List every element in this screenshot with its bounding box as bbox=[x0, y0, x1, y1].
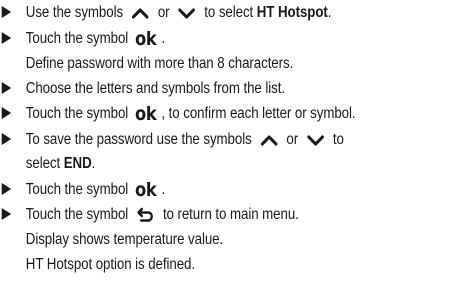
step-text: to select bbox=[204, 4, 254, 21]
step-result-2: HT Hotspot option is defined. bbox=[0, 252, 195, 278]
step-confirm-letter: Touch the symbol ok, to confirm each lett… bbox=[0, 101, 356, 127]
step-text: Touch the symbol bbox=[25, 105, 129, 122]
step-text: . bbox=[161, 30, 166, 47]
return-arrow-icon bbox=[137, 207, 154, 223]
bullet-icon bbox=[1, 107, 12, 119]
ok-symbol: ok bbox=[135, 103, 157, 125]
step-text: or bbox=[157, 4, 170, 21]
result-text: HT Hotspot option is defined. bbox=[25, 256, 195, 273]
step-text: to return to main menu. bbox=[162, 206, 299, 223]
bullet-icon bbox=[1, 133, 12, 145]
step-text: select bbox=[25, 155, 61, 172]
step-touch-ok: Touch the symbol ok. bbox=[0, 26, 165, 52]
chevron-down-icon bbox=[178, 7, 196, 19]
bullet-icon bbox=[1, 6, 12, 18]
bullet-icon bbox=[1, 82, 12, 94]
chevron-up-icon bbox=[260, 134, 278, 146]
step-text: or bbox=[286, 131, 299, 148]
step-text: . bbox=[161, 181, 166, 198]
bullet-icon bbox=[1, 208, 12, 220]
step-text: . bbox=[91, 155, 96, 172]
step-result-1: Display shows temperature value. bbox=[0, 227, 223, 253]
step-text: Choose the letters and symbols from the … bbox=[25, 80, 285, 97]
step-save-password: To save the password use the symbols or … bbox=[0, 127, 344, 153]
bullet-icon bbox=[1, 183, 12, 195]
option-name: HT Hotspot bbox=[256, 4, 328, 21]
chevron-down-icon bbox=[307, 134, 324, 146]
option-name: END bbox=[63, 155, 92, 172]
bullet-icon bbox=[1, 32, 12, 44]
step-text: , to confirm each letter or symbol. bbox=[161, 105, 356, 122]
step-select-hotspot: Use the symbols or to select HT Hotspot. bbox=[0, 0, 331, 26]
step-save-password-cont: select END. bbox=[0, 151, 96, 177]
step-note: Define password with more than 8 charact… bbox=[0, 51, 293, 77]
step-text: Touch the symbol bbox=[25, 206, 129, 223]
step-text: Use the symbols bbox=[25, 4, 124, 21]
ok-symbol: ok bbox=[135, 179, 157, 201]
step-text: to bbox=[332, 131, 344, 148]
step-text: Touch the symbol bbox=[25, 30, 129, 47]
step-text: . bbox=[327, 4, 332, 21]
step-return-main: Touch the symbol to return to main menu. bbox=[0, 202, 299, 228]
step-touch-ok-2: Touch the symbol ok. bbox=[0, 177, 165, 203]
chevron-up-icon bbox=[132, 7, 149, 19]
note-text: Define password with more than 8 charact… bbox=[25, 55, 294, 72]
step-text: Touch the symbol bbox=[25, 181, 129, 198]
ok-symbol: ok bbox=[135, 28, 157, 50]
result-text: Display shows temperature value. bbox=[25, 231, 224, 248]
step-choose-letters: Choose the letters and symbols from the … bbox=[0, 76, 285, 102]
instruction-list: Use the symbols or to select HT Hotspot.… bbox=[0, 0, 470, 302]
step-text: To save the password use the symbols bbox=[25, 131, 252, 148]
